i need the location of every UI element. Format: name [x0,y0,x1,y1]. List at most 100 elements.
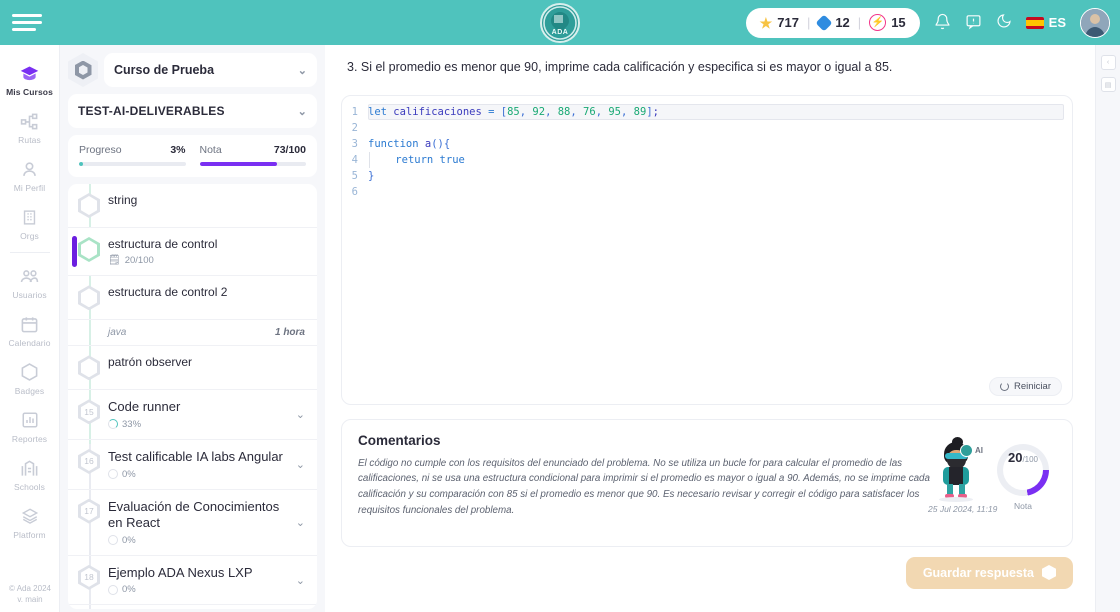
ada-logo-icon[interactable]: ADA [540,3,580,43]
chevron-down-icon[interactable]: ⌄ [296,458,305,471]
copyright-line: © Ada 2024 [9,583,51,593]
list-item-node[interactable]: 18 Ejemplo ADA Nexus LXP 0% ⌄ [68,556,317,606]
chevron-down-icon[interactable]: ⌄ [296,408,305,421]
list-item[interactable]: estructura de control 2 [68,276,317,321]
sidebar-item-mi-perfil[interactable]: Mi Perfil [0,151,60,199]
stat-separator: | [806,15,811,30]
layout-panel-glyph: ▤ [1104,81,1112,89]
sidebar-item-reportes[interactable]: Reportes [0,402,60,450]
collapse-panel-icon[interactable]: ‹ [1100,55,1116,70]
lesson-list[interactable]: string estructura de control 🗒 20/100 es… [68,184,317,609]
persona-avatar-icon: AI [933,436,983,502]
list-item-title: Evaluación de Conocimientos en React [108,498,280,531]
school-icon [19,457,41,479]
code-text: } [368,169,375,182]
sidebar-item-mis-cursos[interactable]: Mis Cursos [0,55,60,103]
list-item-progress: 0% [122,468,136,480]
list-item-title: string [108,193,138,207]
list-item-node[interactable]: 15 Code runner 33% ⌄ [68,390,317,440]
progreso-bar [79,162,186,166]
reset-button[interactable]: Reiniciar [989,376,1062,396]
top-bar: ADA ★ 717 | 12 | ⚡ 15 ES [0,0,1120,45]
chat-icon[interactable] [965,13,982,33]
sidebar-item-calendario[interactable]: Calendario [0,306,60,354]
progress-ring-icon [108,419,118,430]
line-number: 1 [351,105,358,118]
hexagon-course-icon[interactable] [68,53,98,87]
metric-nota-value: 73/100 [273,144,306,156]
save-answer-button[interactable]: Guardar respuesta [905,556,1073,589]
sidebar-label-usuarios: Usuarios [12,290,47,300]
hexagon-icon [19,361,41,383]
course-selector[interactable]: Curso de Prueba ⌄ [104,53,317,87]
code-text: let calificaciones = [85, 92, 88, 76, 95… [368,105,659,118]
box-icon [1042,565,1056,580]
sidebar-item-rutas[interactable]: Rutas [0,103,60,151]
chevron-down-icon[interactable]: ⌄ [296,516,305,529]
cube-icon-active [78,237,100,262]
code-line: 3 function a(){ [342,136,1072,152]
sidebar-item-usuarios[interactable]: Usuarios [0,258,60,306]
hexagon-number-icon: 15 [78,399,100,425]
spain-flag-icon [1025,16,1044,29]
code-line: 4 return true [342,151,1072,168]
hamburger-icon[interactable] [12,14,58,31]
chevron-down-icon[interactable]: ⌄ [296,574,305,587]
moon-icon[interactable] [996,13,1012,32]
list-item-title: Code runner [108,399,181,415]
sidebar-item-platform[interactable]: Platform [0,498,60,546]
rail-divider [9,252,50,253]
app-root: ADA ★ 717 | 12 | ⚡ 15 ES Mis Cursos Ruta… [0,0,1120,612]
refresh-icon [1000,381,1010,391]
list-item-title: patrón observer [108,355,193,370]
sitemap-icon [19,110,41,132]
nota-bar [199,162,306,166]
code-text: return true [368,151,465,168]
sidebar-label-orgs: Orgs [20,231,39,241]
hexagon-number: 17 [81,501,97,521]
language-selector[interactable]: ES [1025,15,1066,30]
star-stat: ★ 717 [760,15,799,30]
bolt-value: 15 [891,15,906,30]
metric-nota-label: Nota [199,144,222,156]
layers-icon [19,505,41,527]
sidebar-label-badges: Badges [14,386,45,396]
code-editor[interactable]: 1 let calificaciones = [85, 92, 88, 76, 9… [341,94,1073,405]
list-item-meta: java 1 hora [68,320,317,347]
sidebar-item-orgs[interactable]: Orgs [0,199,60,247]
list-item[interactable]: string [68,184,317,228]
stats-pill[interactable]: ★ 717 | 12 | ⚡ 15 [745,7,920,38]
list-item-progress: 0% [122,584,136,596]
sidebar-label-mi-perfil: Mi Perfil [13,183,46,193]
list-item-selected[interactable]: estructura de control 🗒 20/100 [68,228,317,277]
code-content[interactable]: 1 let calificaciones = [85, 92, 88, 76, 9… [342,104,1072,200]
avatar[interactable] [1080,7,1110,38]
line-number: 6 [351,185,358,198]
hexagon-number-icon: 17 [78,498,100,524]
metric-progreso-label: Progreso [79,144,122,156]
progress-ring-icon [108,535,118,546]
bell-icon[interactable] [934,13,951,33]
metrics-card: Progreso 3% Nota 73/100 [68,135,317,177]
list-item-node[interactable]: 16 Test calificable IA labs Angular 0% ⌄ [68,440,317,490]
grade-widget: 20 /100 Nota [990,442,1056,511]
language-label: ES [1048,15,1066,30]
list-item-title: estructura de control [108,237,218,251]
unit-selector[interactable]: TEST-AI-DELIVERABLES ⌄ [68,94,317,128]
sidebar-item-schools[interactable]: Schools [0,450,60,498]
users-icon [19,265,41,287]
code-text: function a(){ [368,137,451,150]
list-item-title: estructura de control 2 [108,285,228,300]
list-item[interactable]: patrón observer [68,346,317,391]
grade-ring: 20 /100 [997,443,1049,496]
sidebar-item-badges[interactable]: Badges [0,354,60,402]
save-row: Guardar respuesta [341,556,1073,589]
sidebar-label-reportes: Reportes [11,434,48,444]
sidebar-label-calendario: Calendario [8,338,51,348]
left-nav-rail: Mis Cursos Rutas Mi Perfil Orgs Usuarios… [0,45,60,612]
list-item-node[interactable]: 17 Evaluación de Conocimientos en React … [68,490,317,556]
rail-footer: © Ada 2024 v. main [0,583,60,606]
list-item-node[interactable]: 19 Test code runners 0% ⌄ [68,605,317,609]
bolt-stat: ⚡ 15 [869,14,906,31]
layout-panel-icon[interactable]: ▤ [1100,77,1116,92]
